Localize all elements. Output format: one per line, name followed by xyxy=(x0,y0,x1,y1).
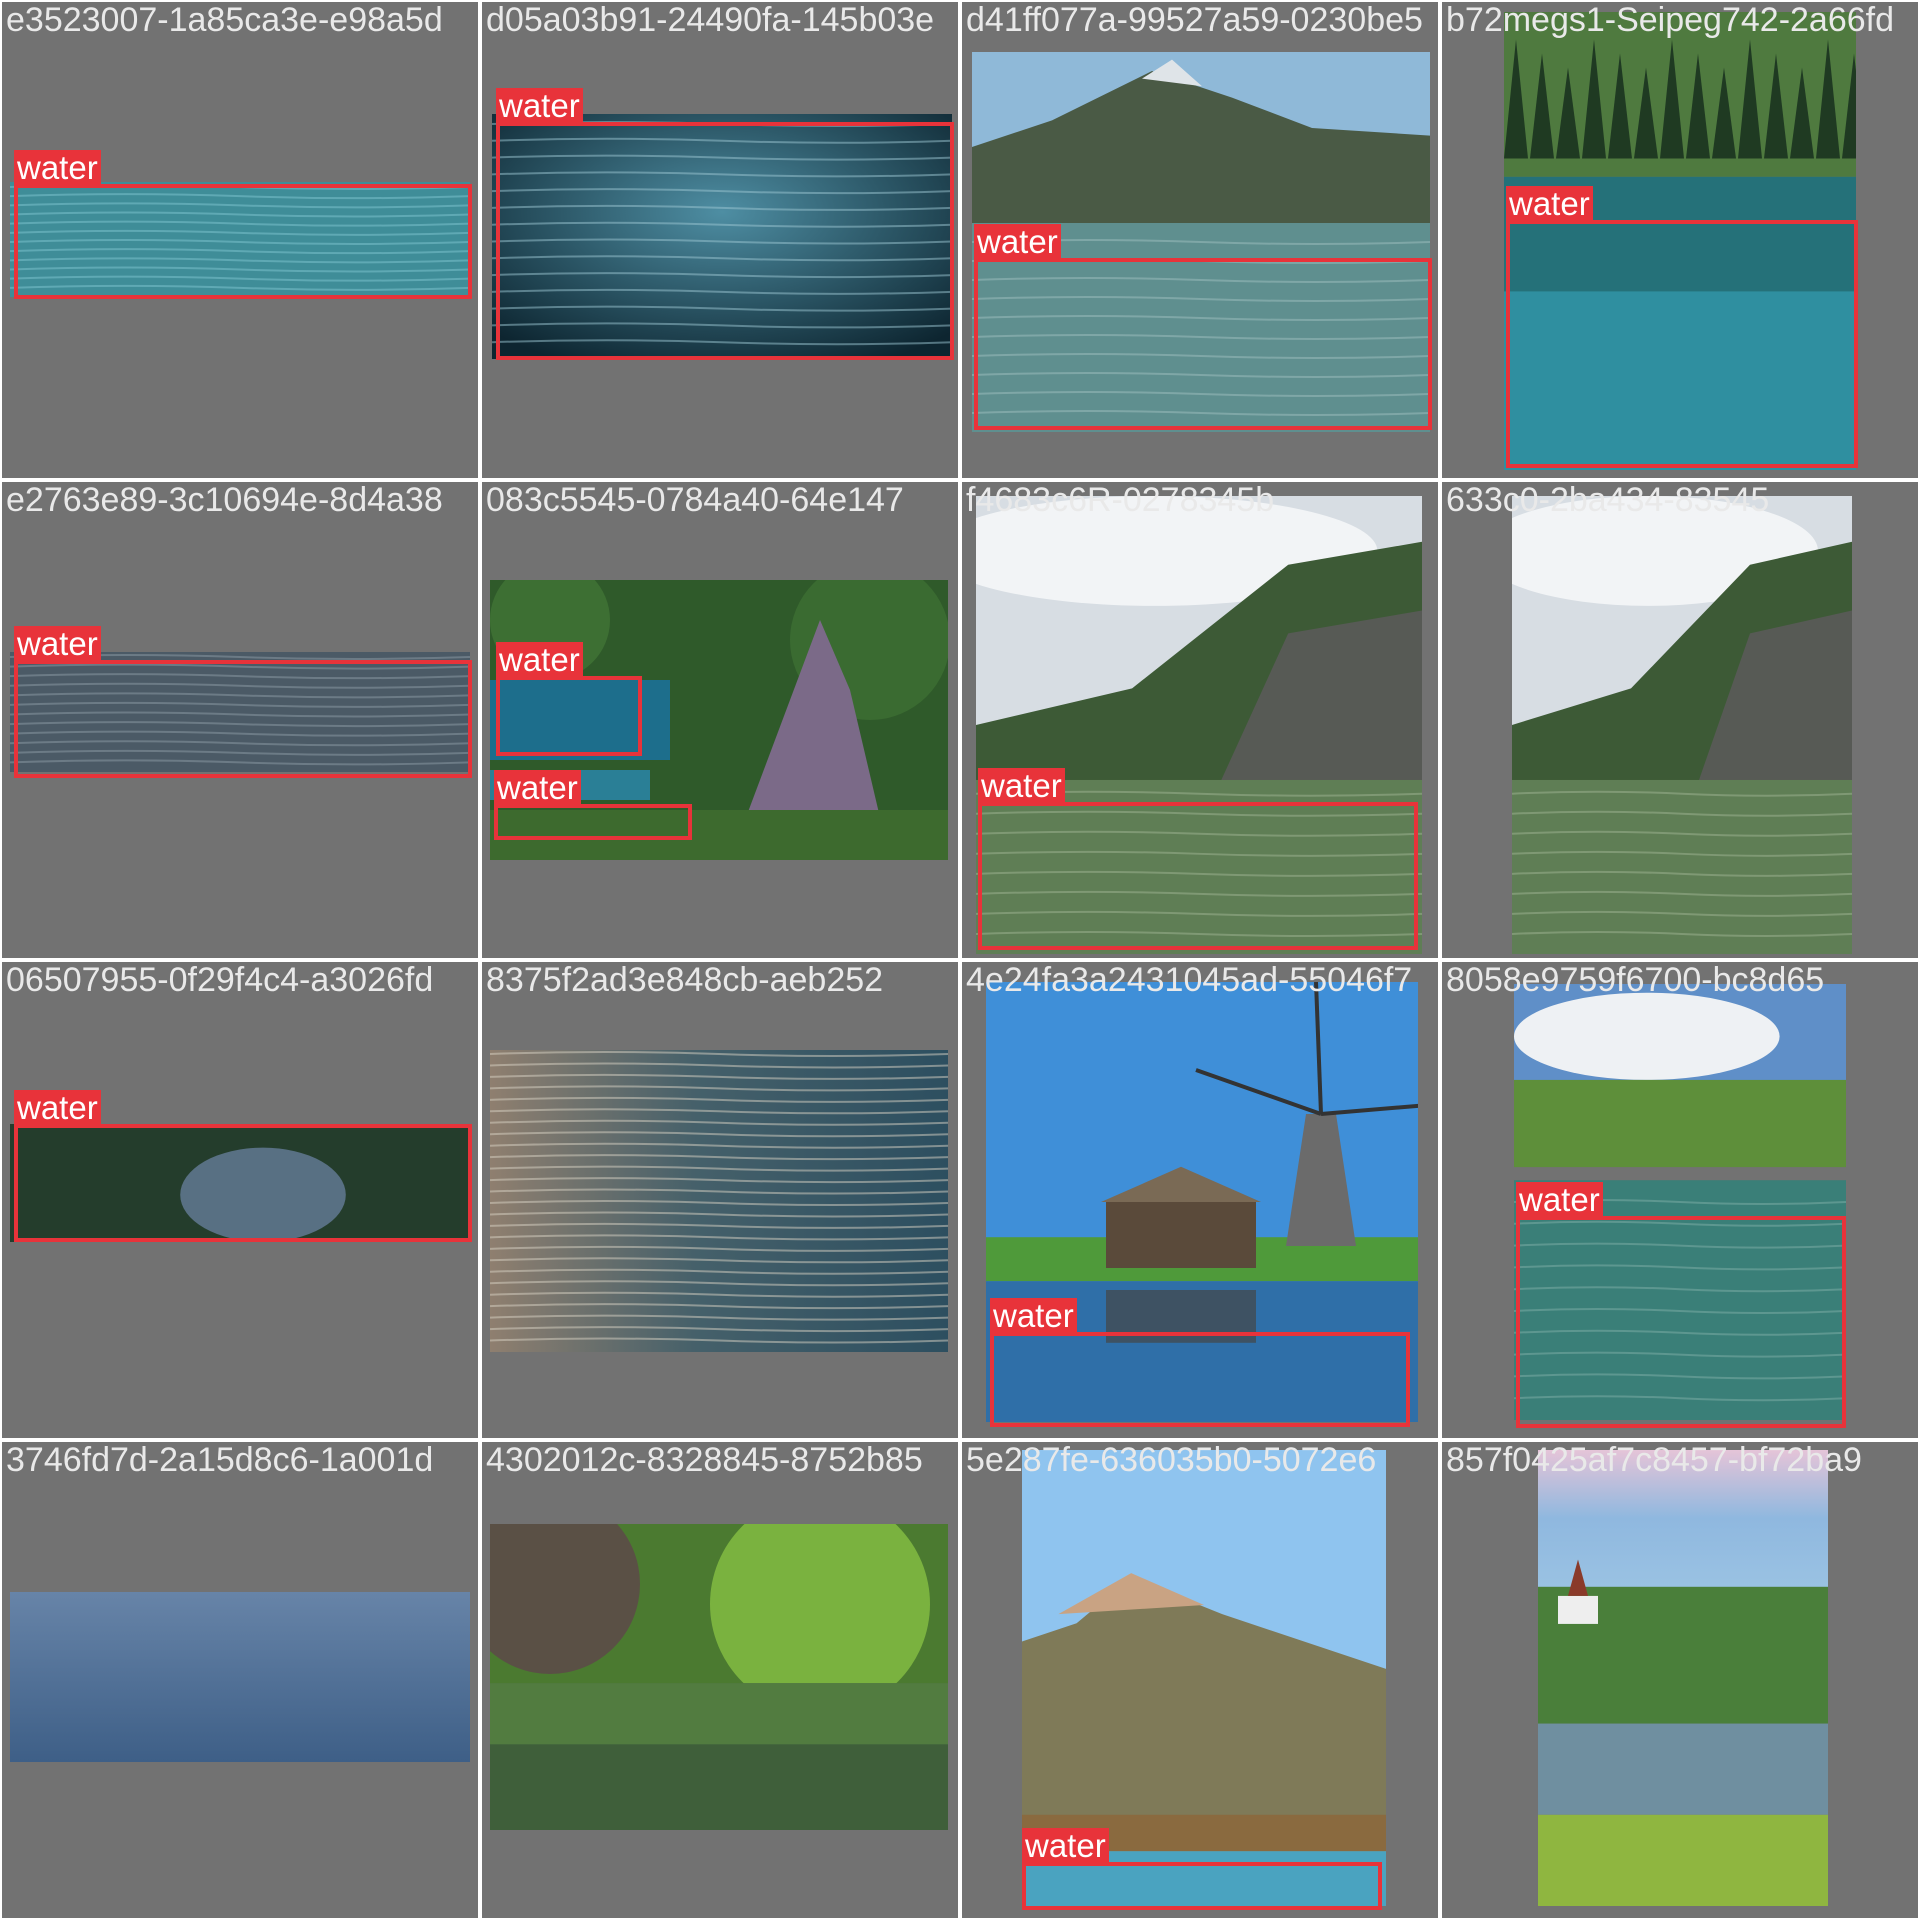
result-tile: 4e24fa3a2431045ad-55046f7 water xyxy=(962,962,1438,1438)
image-filename: e3523007-1a85ca3e-e98a5d xyxy=(6,2,443,39)
result-tile: 06507955-0f29f4c4-a3026fd water xyxy=(2,962,478,1438)
image-filename: 5e287fe-636035b0-5072e6 xyxy=(966,1442,1377,1479)
detection-box xyxy=(496,676,642,756)
detection-box xyxy=(974,258,1432,430)
result-tile: e3523007-1a85ca3e-e98a5d water xyxy=(2,2,478,478)
image-filename: 06507955-0f29f4c4-a3026fd xyxy=(6,962,434,999)
result-tile: 3746fd7d-2a15d8c6-1a001d xyxy=(2,1442,478,1918)
cloudy-mountain-nolabel-photo xyxy=(1512,496,1852,954)
result-tile: 083c5545-0784a40-64e147 water water xyxy=(482,482,958,958)
detection-label: water xyxy=(974,224,1061,260)
image-filename: e2763e89-3c10694e-8d4a38 xyxy=(6,482,443,519)
result-tile: b72megs1-Seipeg742-2a66fd water xyxy=(1442,2,1918,478)
detection-label: water xyxy=(494,770,581,806)
image-filename: 8375f2ad3e848cb-aeb252 xyxy=(486,962,884,999)
result-tile: 633c0-2ba434-83545 xyxy=(1442,482,1918,958)
image-filename: 4e24fa3a2431045ad-55046f7 xyxy=(966,962,1413,999)
result-tile: 857f0425af7c8457-bf72ba9 xyxy=(1442,1442,1918,1918)
result-tile: 5e287fe-636035b0-5072e6 water xyxy=(962,1442,1438,1918)
detection-label: water xyxy=(14,626,101,662)
detection-box xyxy=(496,122,954,360)
detection-box xyxy=(494,804,692,840)
detection-box xyxy=(1022,1862,1382,1910)
detection-box xyxy=(14,660,472,778)
result-tile: d05a03b91-24490fa-145b03e water xyxy=(482,2,958,478)
image-filename: 3746fd7d-2a15d8c6-1a001d xyxy=(6,1442,434,1479)
detection-label: water xyxy=(978,768,1065,804)
image-filename: 857f0425af7c8457-bf72ba9 xyxy=(1446,1442,1862,1479)
result-tile: f4683c6R-0278345b water xyxy=(962,482,1438,958)
result-tile: 8058e9759f6700-bc8d65 water xyxy=(1442,962,1918,1438)
detection-box xyxy=(978,802,1418,950)
result-tile: e2763e89-3c10694e-8d4a38 water xyxy=(2,482,478,958)
image-filename: d05a03b91-24490fa-145b03e xyxy=(486,2,935,39)
detection-label: water xyxy=(1516,1182,1603,1218)
green-river-photo xyxy=(490,1524,948,1830)
image-filename: b72megs1-Seipeg742-2a66fd xyxy=(1446,2,1895,39)
result-grid: e3523007-1a85ca3e-e98a5d water d05a03b91-2… xyxy=(0,0,1920,1920)
image-filename: d41ff077a-99527a59-0230be5 xyxy=(966,2,1423,39)
image-filename: 633c0-2ba434-83545 xyxy=(1446,482,1770,519)
detection-box xyxy=(1506,220,1858,468)
village-lake-photo xyxy=(1538,1450,1828,1906)
result-tile: 8375f2ad3e848cb-aeb252 xyxy=(482,962,958,1438)
image-filename: f4683c6R-0278345b xyxy=(966,482,1275,519)
detection-label: water xyxy=(14,1090,101,1126)
result-tile: d41ff077a-99527a59-0230be5 water xyxy=(962,2,1438,478)
image-filename: 4302012c-8328845-8752b85 xyxy=(486,1442,923,1479)
detection-box xyxy=(14,184,472,299)
detection-box xyxy=(990,1332,1410,1427)
image-filename: 8058e9759f6700-bc8d65 xyxy=(1446,962,1825,999)
blue-calm-photo xyxy=(10,1592,470,1762)
image-filename: 083c5545-0784a40-64e147 xyxy=(486,482,904,519)
detection-label: water xyxy=(496,88,583,124)
detection-box xyxy=(14,1124,472,1242)
detection-label: water xyxy=(14,150,101,186)
detection-label: water xyxy=(1506,186,1593,222)
detection-label: water xyxy=(990,1298,1077,1334)
shimmer-water-photo xyxy=(490,1050,948,1352)
detection-label: water xyxy=(1022,1828,1109,1864)
result-tile: 4302012c-8328845-8752b85 xyxy=(482,1442,958,1918)
detection-label: water xyxy=(496,642,583,678)
detection-box xyxy=(1516,1216,1846,1428)
